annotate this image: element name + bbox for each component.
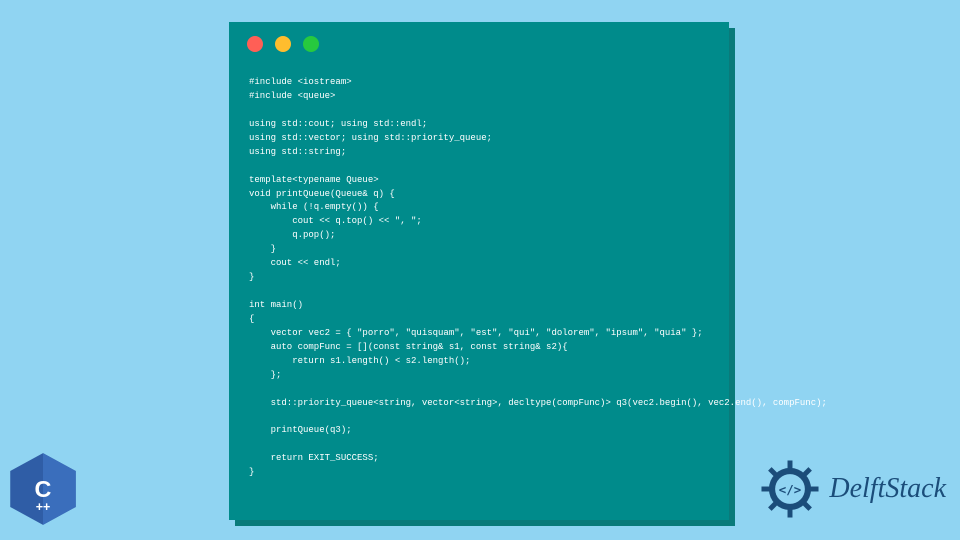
window-titlebar bbox=[229, 22, 729, 66]
code-block: #include <iostream> #include <queue> usi… bbox=[229, 66, 729, 494]
code-window: #include <iostream> #include <queue> usi… bbox=[229, 22, 729, 520]
maximize-icon[interactable] bbox=[303, 36, 319, 52]
gear-icon: </> bbox=[759, 458, 821, 520]
close-icon[interactable] bbox=[247, 36, 263, 52]
brand-name: DelftStack bbox=[829, 473, 946, 505]
minimize-icon[interactable] bbox=[275, 36, 291, 52]
cpp-badge-plus: ++ bbox=[36, 500, 51, 514]
delftstack-logo: </> DelftStack bbox=[759, 458, 946, 520]
svg-text:</>: </> bbox=[779, 482, 801, 497]
cpp-badge: C ++ bbox=[4, 450, 82, 528]
cpp-hex-icon: C ++ bbox=[4, 450, 82, 528]
cpp-badge-letter: C bbox=[35, 476, 52, 502]
